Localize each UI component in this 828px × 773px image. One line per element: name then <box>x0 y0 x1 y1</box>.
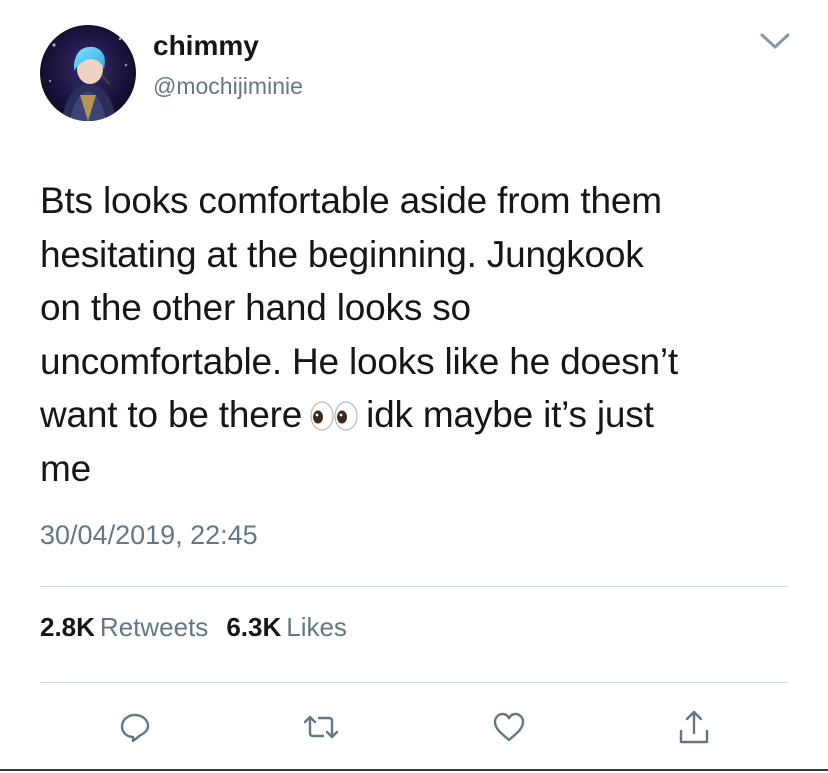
tweet-timestamp[interactable]: 30/04/2019, 22:45 <box>40 518 258 552</box>
bottom-border <box>0 769 828 771</box>
retweet-button[interactable] <box>299 705 343 749</box>
chevron-down-icon[interactable] <box>758 28 792 54</box>
reply-icon <box>120 713 150 743</box>
avatar[interactable] <box>40 25 136 121</box>
retweets-label[interactable]: Retweets <box>100 612 208 642</box>
reply-button[interactable] <box>113 705 157 749</box>
like-icon <box>493 712 525 742</box>
tweet-line-segment: want to be there <box>40 394 303 435</box>
retweets-count[interactable]: 2.8K <box>40 612 95 642</box>
tweet-line: Bts looks comfortable aside from them <box>40 180 662 221</box>
tweet-text: Bts looks comfortable aside from them he… <box>40 174 800 495</box>
eyes-emoji-icon <box>308 392 360 431</box>
tweet-line: on the other hand looks so <box>40 287 471 328</box>
tweet-line: uncomfortable. He looks like he doesn’t <box>40 340 679 382</box>
tweet-line: hesitating at the beginning. Jungkook <box>40 233 644 275</box>
divider <box>40 682 788 683</box>
likes-count[interactable]: 6.3K <box>226 612 281 642</box>
user-handle[interactable]: @mochijiminie <box>153 72 303 100</box>
tweet-line-with-emoji: want to be there idk maybe it’s just <box>40 388 800 442</box>
share-icon <box>679 710 709 744</box>
share-button[interactable] <box>672 705 716 749</box>
tweet-line-segment: idk maybe it’s just <box>366 394 654 435</box>
divider <box>40 586 788 587</box>
retweet-icon <box>303 715 339 739</box>
likes-label[interactable]: Likes <box>286 612 347 642</box>
profile-photo-icon <box>40 25 136 121</box>
like-button[interactable] <box>487 705 531 749</box>
tweet-line: me <box>40 447 91 489</box>
engagement-stats: 2.8K Retweets 6.3K Likes <box>40 610 347 644</box>
display-name[interactable]: chimmy <box>153 30 259 62</box>
